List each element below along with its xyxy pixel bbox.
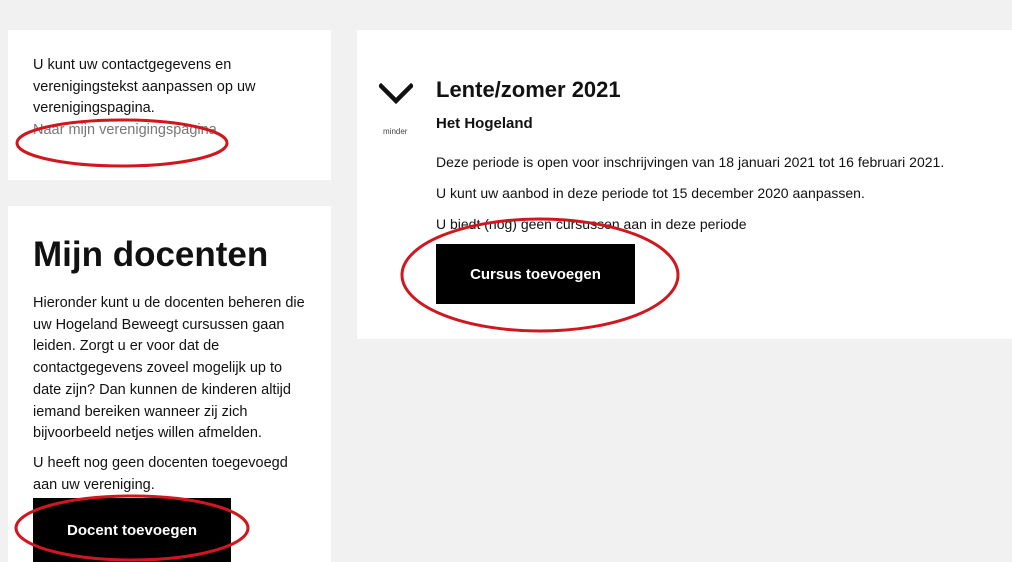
teachers-title: Mijn docenten	[33, 235, 269, 274]
profile-info-text: U kunt uw contactgegevens en verenigings…	[33, 57, 256, 116]
teachers-card: Mijn docenten Hieronder kunt u de docent…	[8, 206, 331, 562]
teachers-empty-text: U heeft nog geen docenten toegevoegd aan…	[33, 454, 288, 493]
chevron-down-icon[interactable]	[379, 83, 413, 105]
add-teacher-button[interactable]: Docent toevoegen	[33, 498, 231, 562]
period-subtitle: Het Hogeland	[436, 115, 533, 132]
teachers-description: Hieronder kunt u de docenten beheren die…	[33, 295, 305, 442]
collapse-label[interactable]: minder	[383, 127, 407, 136]
period-title: Lente/zomer 2021	[436, 77, 621, 102]
period-registration-text: Deze periode is open voor inschrijvingen…	[436, 154, 945, 170]
profile-page-link[interactable]: Naar mijn verenigingspagina	[33, 120, 217, 142]
profile-card: U kunt uw contactgegevens en verenigings…	[8, 30, 331, 180]
add-course-button[interactable]: Cursus toevoegen	[436, 244, 635, 304]
period-edit-deadline-text: U kunt uw aanbod in deze periode tot 15 …	[436, 185, 865, 201]
period-card: minder Lente/zomer 2021 Het Hogeland Dez…	[357, 30, 1012, 339]
period-no-courses-text: U biedt (nog) geen cursussen aan in deze…	[436, 216, 747, 232]
